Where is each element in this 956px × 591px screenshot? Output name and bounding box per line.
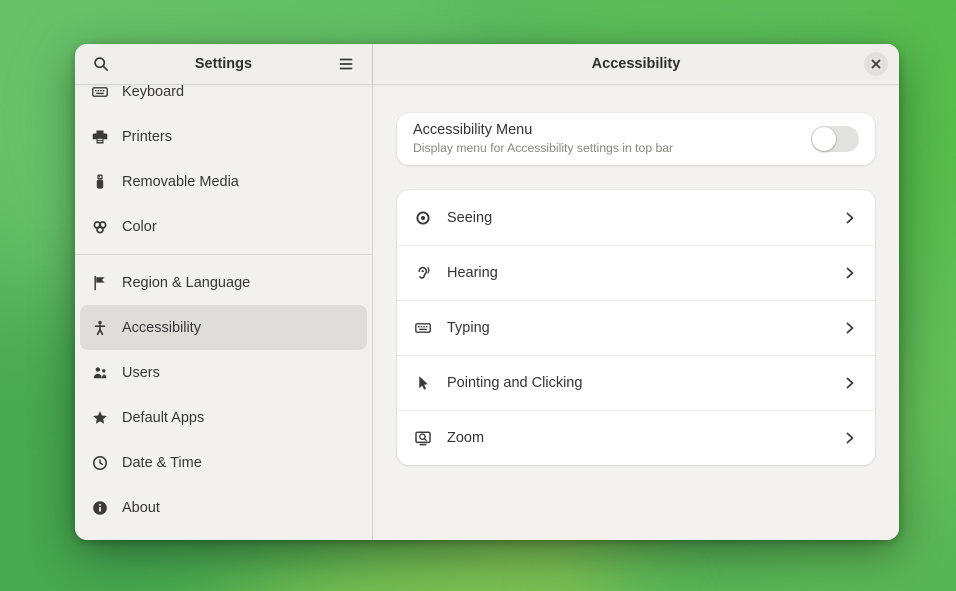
eye-icon [415, 210, 431, 226]
sidebar-item-label: Keyboard [122, 84, 184, 100]
chevron-right-icon [843, 376, 857, 390]
main-menu-button[interactable] [332, 50, 360, 78]
sidebar-item-keyboard[interactable]: Keyboard [80, 84, 367, 114]
main-pane: Accessibility Accessibility Menu Display… [373, 44, 899, 540]
sidebar-item-label: Region & Language [122, 275, 250, 291]
sidebar-item-label: Users [122, 365, 160, 381]
chevron-right-icon [843, 266, 857, 280]
accessibility-nav-list: Seeing Hearing [397, 190, 875, 465]
accessibility-icon [92, 320, 108, 336]
clock-icon [92, 455, 108, 471]
sidebar-item-about[interactable]: About [80, 485, 367, 530]
row-hearing[interactable]: Hearing [397, 245, 875, 300]
sidebar-item-label: Color [122, 219, 157, 235]
row-pointing-clicking[interactable]: Pointing and Clicking [397, 355, 875, 410]
sidebar-item-color[interactable]: Color [80, 204, 367, 249]
removable-media-icon [92, 174, 108, 190]
accessibility-menu-text: Accessibility Menu Display menu for Acce… [413, 121, 799, 156]
ear-icon [415, 265, 431, 281]
sidebar-divider [75, 254, 372, 255]
sidebar-item-label: Printers [122, 129, 172, 145]
sidebar-item-label: Default Apps [122, 410, 204, 426]
color-icon [92, 219, 108, 235]
zoom-icon [415, 430, 431, 446]
chevron-right-icon [843, 211, 857, 225]
sidebar-item-label: About [122, 500, 160, 516]
accessibility-page: Accessibility Menu Display menu for Acce… [373, 84, 899, 540]
keyboard-icon [415, 320, 431, 336]
sidebar-title: Settings [115, 56, 332, 72]
info-icon [92, 500, 108, 516]
chevron-right-icon [843, 431, 857, 445]
sidebar-list: Keyboard Printers Removable Media [75, 84, 372, 540]
nav-row-label: Typing [447, 320, 827, 336]
accessibility-menu-title: Accessibility Menu [413, 121, 799, 141]
sidebar: Settings Keyboard Pr [75, 44, 373, 540]
sidebar-item-date-time[interactable]: Date & Time [80, 440, 367, 485]
settings-window: Settings Keyboard Pr [75, 44, 899, 540]
flag-icon [92, 275, 108, 291]
row-seeing[interactable]: Seeing [397, 190, 875, 245]
sidebar-item-accessibility[interactable]: Accessibility [80, 305, 367, 350]
toggle-knob [812, 127, 836, 151]
search-button[interactable] [87, 50, 115, 78]
nav-row-label: Pointing and Clicking [447, 375, 827, 391]
sidebar-item-label: Date & Time [122, 455, 202, 471]
nav-row-label: Hearing [447, 265, 827, 281]
sidebar-item-users[interactable]: Users [80, 350, 367, 395]
keyboard-icon [92, 84, 108, 100]
hamburger-menu-icon [338, 56, 354, 72]
page-title: Accessibility [592, 56, 681, 72]
sidebar-item-region-language[interactable]: Region & Language [80, 260, 367, 305]
printer-icon [92, 129, 108, 145]
chevron-right-icon [843, 321, 857, 335]
search-icon [93, 56, 109, 72]
sidebar-item-label: Removable Media [122, 174, 239, 190]
sidebar-item-default-apps[interactable]: Default Apps [80, 395, 367, 440]
nav-row-label: Zoom [447, 430, 827, 446]
cursor-icon [415, 375, 431, 391]
accessibility-menu-subtitle: Display menu for Accessibility settings … [413, 141, 799, 157]
star-icon [92, 410, 108, 426]
close-button[interactable] [864, 52, 888, 76]
row-zoom[interactable]: Zoom [397, 410, 875, 465]
main-headerbar: Accessibility [373, 44, 899, 84]
accessibility-menu-row: Accessibility Menu Display menu for Acce… [397, 113, 875, 165]
sidebar-item-removable-media[interactable]: Removable Media [80, 159, 367, 204]
sidebar-headerbar: Settings [75, 44, 372, 84]
users-icon [92, 365, 108, 381]
nav-row-label: Seeing [447, 210, 827, 226]
sidebar-item-printers[interactable]: Printers [80, 114, 367, 159]
accessibility-menu-toggle[interactable] [811, 126, 859, 152]
row-typing[interactable]: Typing [397, 300, 875, 355]
close-icon [868, 58, 884, 70]
sidebar-item-label: Accessibility [122, 320, 201, 336]
